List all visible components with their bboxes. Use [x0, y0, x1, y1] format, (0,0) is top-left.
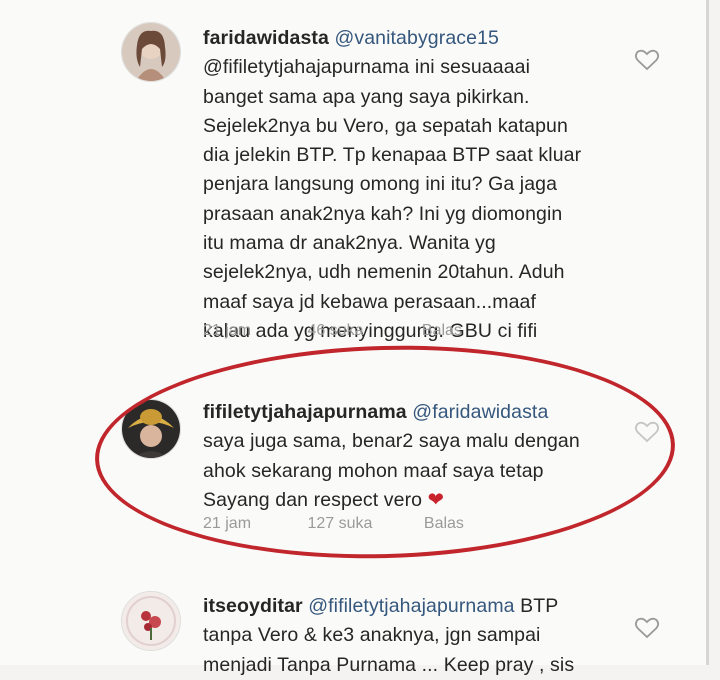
comment-time: 21 jam [203, 322, 252, 339]
reply-mention[interactable]: @fifiletytjahajapurnama [308, 595, 514, 617]
comment-username[interactable]: itseoyditar [203, 595, 303, 617]
reply-button[interactable]: Balas [422, 322, 462, 340]
comment-text-line: dia jelekin BTP. Tp kenapaa BTP saat klu… [203, 144, 582, 167]
comment-text-line: itu mama dr anak2nya. Wanita yg [203, 232, 496, 255]
comment-text-line: banget sama apa yang saya pikirkan. [203, 85, 530, 108]
comment-text-line: maaf saya jd kebawa perasaan...maaf [203, 290, 537, 313]
comment-text-line: Sejelek2nya bu Vero, ga sepatah katapun [203, 114, 568, 137]
avatar[interactable] [121, 22, 181, 82]
comment-text-line: sejelek2nya, udh nemenin 20tahun. Aduh [203, 261, 565, 284]
comment-text-line: BTP [520, 595, 559, 617]
comment-username[interactable]: faridawidasta [203, 27, 329, 49]
like-count[interactable]: 46 suka [307, 322, 417, 340]
highlight-circle-annotation [92, 338, 678, 566]
comment-text-line: tanpa Vero & ke3 anaknya, jgn sampai [203, 624, 541, 647]
comment-text-line: @fifiletytjahajapurnama ini sesuaaaai [203, 56, 531, 79]
avatar[interactable] [121, 591, 181, 651]
comment-text-line: menjadi Tanpa Purnama ... Keep pray , si… [203, 653, 575, 676]
comments-screen: faridawidasta @vanitabygrace15 @fifilety… [0, 0, 709, 676]
heart-outline-icon[interactable] [634, 616, 660, 640]
comment-text-line: penjara langsung omong ini itu? Ga jaga [203, 173, 558, 196]
comment-text-line: prasaan anak2nya kah? Ini yg diomongin [203, 202, 563, 225]
heart-outline-icon[interactable] [634, 48, 660, 72]
reply-mention[interactable]: @vanitabygrace15 [334, 27, 499, 49]
